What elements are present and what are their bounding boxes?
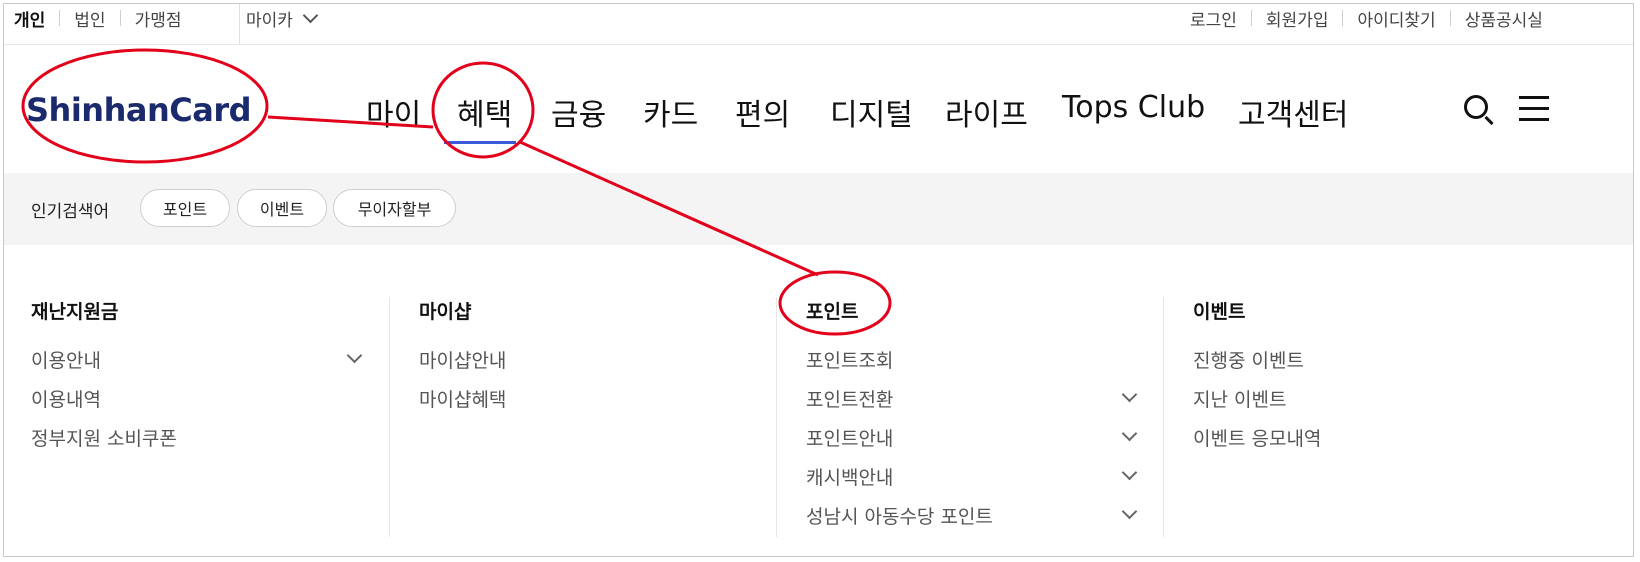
account-links: 로그인 회원가입 아이디찾기 상품공시실 — [1190, 4, 1543, 32]
divider — [239, 4, 240, 44]
menu-link[interactable]: 포인트전환 — [806, 385, 893, 412]
mycar-dropdown[interactable]: 마이카 — [246, 4, 319, 32]
popular-search-label: 인기검색어 — [31, 202, 110, 222]
menu-link[interactable]: 마이샵혜택 — [419, 385, 506, 412]
chevron-down-icon[interactable] — [1121, 464, 1138, 481]
menu-link[interactable]: 성남시 아동수당 포인트 — [806, 502, 993, 529]
chevron-down-icon[interactable] — [1121, 503, 1138, 520]
main-header: ShinhanCard 마이 혜택 금융 카드 편의 디지털 라이프 Tops … — [4, 45, 1633, 174]
gnb-life[interactable]: 라이프 — [945, 90, 1028, 134]
divider — [119, 10, 121, 26]
menu-link[interactable]: 지난 이벤트 — [1193, 385, 1286, 412]
keyword-chip-label: 포인트 — [162, 200, 208, 219]
gnb-benefits[interactable]: 혜택 — [457, 90, 512, 134]
gnb-finance[interactable]: 금융 — [551, 90, 606, 134]
customer-type-tabs: 개인 법인 가맹점 — [14, 4, 181, 32]
divider — [1449, 10, 1451, 26]
divider — [1250, 10, 1252, 26]
menu-link[interactable]: 이용내역 — [31, 385, 101, 412]
popular-search-bar: 인기검색어 포인트 이벤트 무이자할부 — [4, 173, 1633, 245]
chevron-down-icon[interactable] — [1121, 425, 1138, 442]
chevron-down-icon[interactable] — [1121, 386, 1138, 403]
menu-link[interactable]: 정부지원 소비쿠폰 — [31, 424, 177, 451]
column-divider — [1163, 297, 1164, 537]
page: 개인 법인 가맹점 마이카 로그인 회원가입 아이디찾기 상품공시실 Shinh… — [3, 3, 1634, 557]
product-disclosure-link[interactable]: 상품공시실 — [1465, 6, 1543, 31]
keyword-chip-installment[interactable]: 무이자할부 — [333, 189, 456, 227]
utility-bar: 개인 법인 가맹점 마이카 로그인 회원가입 아이디찾기 상품공시실 — [4, 4, 1633, 45]
gnb-convenience[interactable]: 편의 — [735, 90, 790, 134]
divider — [1342, 10, 1344, 26]
menu-link[interactable]: 캐시백안내 — [806, 463, 893, 490]
tab-personal[interactable]: 개인 — [14, 6, 45, 31]
column-title[interactable]: 포인트 — [806, 297, 858, 324]
logo[interactable]: ShinhanCard — [26, 91, 252, 129]
column-divider — [389, 297, 390, 537]
menu-link[interactable]: 포인트안내 — [806, 424, 893, 451]
menu-column-event: 이벤트 진행중 이벤트 지난 이벤트 이벤트 응모내역 — [1193, 297, 1528, 537]
login-link[interactable]: 로그인 — [1190, 6, 1237, 31]
column-divider — [776, 297, 777, 537]
menu-column-disaster-fund: 재난지원금 이용안내 이용내역 정부지원 소비쿠폰 — [31, 297, 366, 537]
column-title[interactable]: 마이샵 — [419, 297, 471, 324]
active-tab-indicator — [444, 141, 516, 144]
menu-link[interactable]: 진행중 이벤트 — [1193, 346, 1304, 373]
keyword-chip-label: 무이자할부 — [357, 200, 432, 219]
gnb-digital[interactable]: 디지털 — [830, 90, 913, 134]
menu-link[interactable]: 포인트조회 — [806, 346, 893, 373]
column-title[interactable]: 재난지원금 — [31, 297, 118, 324]
keyword-chip-event[interactable]: 이벤트 — [237, 189, 327, 227]
gnb-tops-club[interactable]: Tops Club — [1062, 90, 1205, 125]
chevron-down-icon[interactable] — [346, 347, 363, 364]
signup-link[interactable]: 회원가입 — [1266, 6, 1329, 31]
gnb-customer-center[interactable]: 고객센터 — [1238, 90, 1348, 134]
keyword-chip-point[interactable]: 포인트 — [140, 189, 230, 227]
gnb-my[interactable]: 마이 — [366, 90, 421, 134]
menu-link[interactable]: 마이샵안내 — [419, 346, 506, 373]
menu-link[interactable]: 이용안내 — [31, 346, 101, 373]
tab-corporate[interactable]: 법인 — [74, 6, 105, 31]
divider — [59, 10, 61, 26]
mycar-label: 마이카 — [246, 10, 293, 31]
chevron-down-icon — [302, 7, 319, 23]
menu-column-myshop: 마이샵 마이샵안내 마이샵혜택 — [419, 297, 754, 537]
benefits-mega-menu: 재난지원금 이용안내 이용내역 정부지원 소비쿠폰 마이샵 마이샵안내 마이샵혜… — [4, 245, 1633, 556]
keyword-chip-label: 이벤트 — [259, 200, 305, 219]
tab-merchant[interactable]: 가맹점 — [135, 6, 182, 31]
menu-column-point: 포인트 포인트조회 포인트전환 포인트안내 캐시백안내 성남시 아동수당 포인트 — [806, 297, 1141, 537]
search-icon[interactable] — [1464, 95, 1488, 119]
find-id-link[interactable]: 아이디찾기 — [1357, 6, 1435, 31]
hamburger-menu-icon[interactable] — [1519, 96, 1549, 122]
column-title[interactable]: 이벤트 — [1193, 297, 1245, 324]
menu-link[interactable]: 이벤트 응모내역 — [1193, 424, 1321, 451]
gnb-card[interactable]: 카드 — [643, 90, 698, 134]
